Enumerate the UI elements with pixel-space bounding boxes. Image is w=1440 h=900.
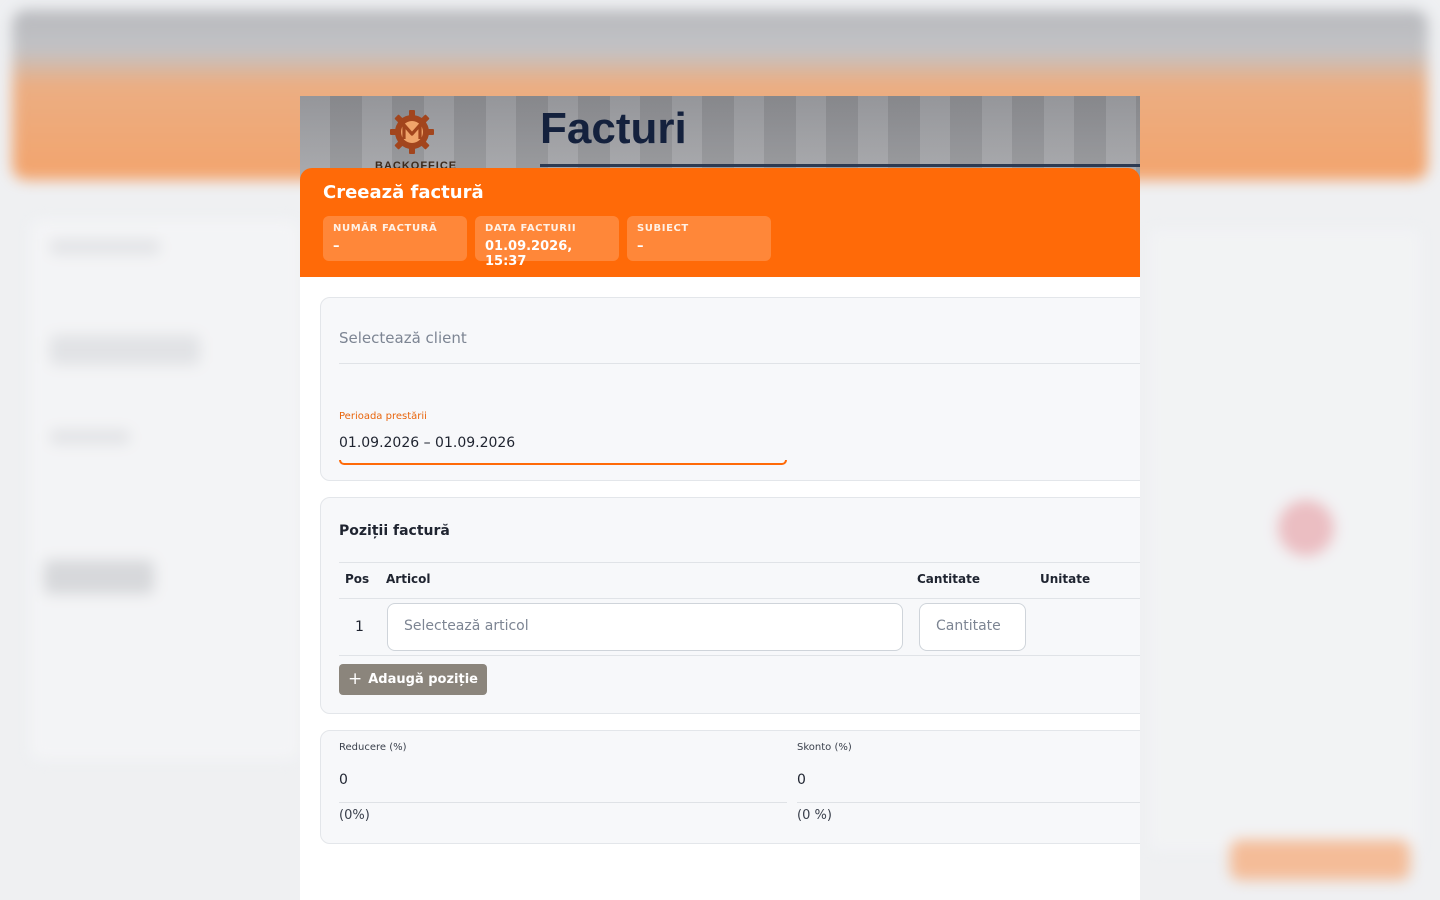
invoice-date-chip: DATA FACTURII 01.09.2026, 15:37 xyxy=(475,216,619,269)
add-position-button[interactable]: + Adaugă poziție xyxy=(339,664,487,695)
row-position-number: 1 xyxy=(355,619,364,635)
period-label: Perioada prestării xyxy=(339,411,427,422)
period-input-underline xyxy=(339,460,787,465)
column-articol: Articol xyxy=(386,572,431,586)
skonto-input[interactable]: 0 xyxy=(797,772,806,788)
plus-icon: + xyxy=(348,669,363,689)
period-input[interactable]: 01.09.2026 – 01.09.2026 xyxy=(339,435,515,451)
column-unitate: Unitate xyxy=(1040,572,1091,586)
skonto-label: Skonto (%) xyxy=(797,742,852,753)
invoice-number-chip: NUMĂR FACTURĂ – xyxy=(323,216,467,261)
dialog-title: Creează factură xyxy=(323,182,484,203)
subject-chip: SUBIECT – xyxy=(627,216,771,261)
reducere-label: Reducere (%) xyxy=(339,742,407,753)
column-pos: Pos xyxy=(345,572,370,586)
dialog-header: Creează factură NUMĂR FACTURĂ – DATA FAC… xyxy=(300,168,1140,277)
add-position-label: Adaugă poziție xyxy=(368,672,478,687)
article-select[interactable]: Selectează articol xyxy=(387,603,903,651)
client-period-card: Selectează client Perioada prestării 01.… xyxy=(320,297,1140,481)
quantity-input[interactable]: Cantitate xyxy=(919,603,1026,651)
reducere-hint: (0%) xyxy=(339,808,370,823)
reducere-input[interactable]: 0 xyxy=(339,772,348,788)
discount-card: Reducere (%) 0 (0%) Skonto (%) 0 (0 %) xyxy=(320,730,1140,844)
positions-title: Poziții factură xyxy=(339,523,450,539)
create-invoice-dialog: BACKOFFICE Facturi Creează factură NUMĂR… xyxy=(300,96,1140,900)
client-select[interactable]: Selectează client xyxy=(339,326,1140,364)
column-cantitate: Cantitate xyxy=(917,572,981,586)
invoice-positions-card: Poziții factură Pos Articol Cantitate Un… xyxy=(320,497,1140,714)
page-title: Facturi xyxy=(540,104,687,153)
skonto-hint: (0 %) xyxy=(797,808,832,823)
gear-m-logo-icon xyxy=(390,110,434,154)
